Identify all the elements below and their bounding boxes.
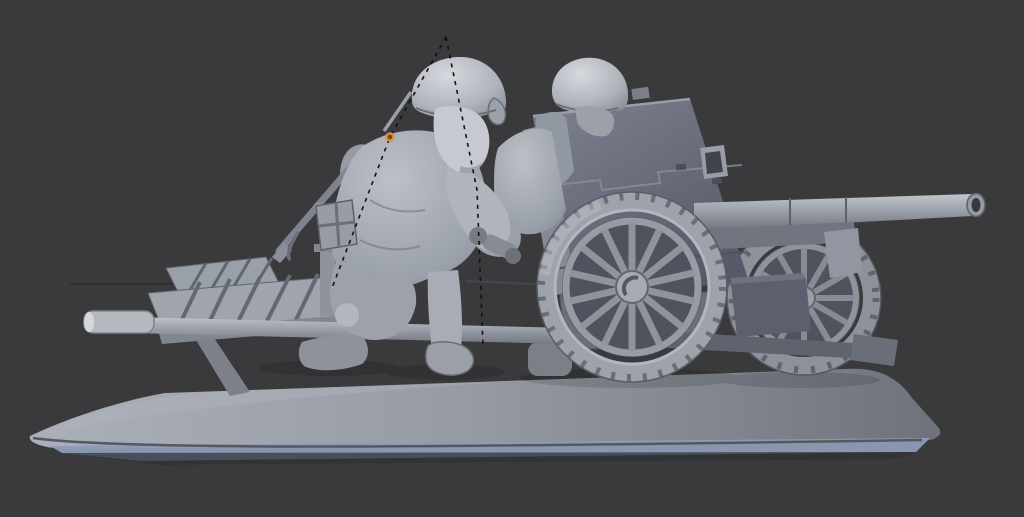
ammo-pouch <box>315 199 358 251</box>
knee-pad <box>335 303 359 327</box>
equipment-box[interactable] <box>731 273 811 337</box>
soldier-shin <box>427 270 462 350</box>
muzzle-bore <box>971 198 981 212</box>
trail-handle <box>83 310 155 334</box>
shield-latch <box>711 177 723 185</box>
viewport-3d[interactable] <box>0 0 1024 517</box>
trail-handle-cap <box>84 312 94 332</box>
wheel-near[interactable] <box>536 191 728 383</box>
cradle-bracket <box>824 228 862 278</box>
object-origin-point[interactable] <box>385 132 395 142</box>
shield-sight-port <box>700 145 728 179</box>
shield-latch <box>675 163 687 171</box>
wheel-near-hub <box>615 270 649 304</box>
